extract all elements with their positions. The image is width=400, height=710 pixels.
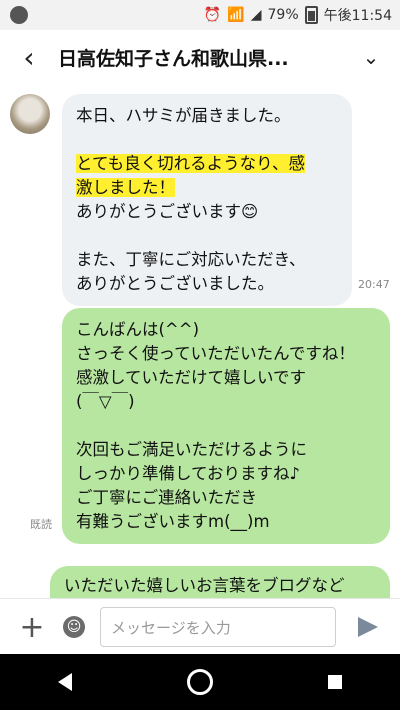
message-line: 激しました！ xyxy=(76,178,175,197)
avatar[interactable] xyxy=(10,94,50,134)
status-right: ⏰ 📶 ◢ 79% 午後11:54 xyxy=(204,5,392,25)
clock: 午後11:54 xyxy=(323,8,392,24)
message-line: さっそく使っていただいたんですね！ xyxy=(76,344,355,363)
nav-home-icon[interactable] xyxy=(186,669,213,695)
chat-header: ‹ 日高佐知子さん和歌山県... ⌄ xyxy=(0,30,400,85)
signal-icon: ◢ xyxy=(250,7,262,23)
message-line: いただいた嬉しいお言葉をブログなど xyxy=(64,576,345,595)
phone-icon xyxy=(10,6,28,24)
chevron-down-icon[interactable]: ⌄ xyxy=(342,30,400,84)
chat-area[interactable]: 本日、ハサミが届きました。 とても良く切れるようなり、感 激しました！ ありがと… xyxy=(0,84,400,598)
message-line: しっかり準備しておりますね♪ xyxy=(76,464,301,483)
message-input[interactable]: メッセージを入力 xyxy=(100,607,336,647)
message-line: こんばんは(^^) xyxy=(76,320,200,339)
battery-percent: 79% xyxy=(267,7,299,23)
message-line: 本日、ハサミが届きました。 xyxy=(76,106,291,125)
message-line: ありがとうございました。 xyxy=(76,274,274,293)
message-line: また、丁寧にご対応いただき、 xyxy=(76,250,306,269)
message-line: ありがとうございます😊 xyxy=(76,202,259,221)
read-receipt: 既読 xyxy=(30,518,52,531)
emoji-icon: ☺ xyxy=(63,616,85,638)
nav-back-icon[interactable] xyxy=(57,673,72,691)
message-time: 20:47 xyxy=(358,278,390,291)
back-icon[interactable]: ‹ xyxy=(0,30,58,84)
outgoing-message-partial: いただいた嬉しいお言葉をブログなど xyxy=(50,566,390,598)
send-icon xyxy=(358,617,378,637)
incoming-message: 本日、ハサミが届きました。 とても良く切れるようなり、感 激しました！ ありがと… xyxy=(62,94,352,306)
system-nav-bar xyxy=(0,654,400,710)
battery-icon xyxy=(304,6,318,24)
message-line: (￣▽￣) xyxy=(76,392,135,411)
nav-recents-icon[interactable] xyxy=(328,675,343,689)
send-button[interactable] xyxy=(352,611,384,643)
message-line: 感激していただけて嬉しいです xyxy=(76,368,307,387)
message-line: とても良く切れるようなり、感 xyxy=(76,154,306,173)
chat-title: 日高佐知子さん和歌山県... xyxy=(58,47,289,70)
message-line: 次回もご満足いただけるように xyxy=(76,440,307,459)
status-bar: ⏰ 📶 ◢ 79% 午後11:54 xyxy=(0,0,400,30)
message-line: 有難うございますm(__)m xyxy=(76,512,270,531)
emoji-button[interactable]: ☺ xyxy=(58,611,90,643)
plus-icon[interactable]: + xyxy=(10,605,54,649)
input-bar: + ☺ メッセージを入力 xyxy=(0,598,400,655)
message-input-placeholder: メッセージを入力 xyxy=(111,618,231,637)
message-line: ご丁寧にご連絡いただき xyxy=(76,488,258,507)
outgoing-message: こんばんは(^^) さっそく使っていただいたんですね！ 感激していただけて嬉しい… xyxy=(62,308,390,544)
alarm-icon: ⏰ xyxy=(203,7,222,23)
wifi-icon: 📶 xyxy=(227,7,245,23)
